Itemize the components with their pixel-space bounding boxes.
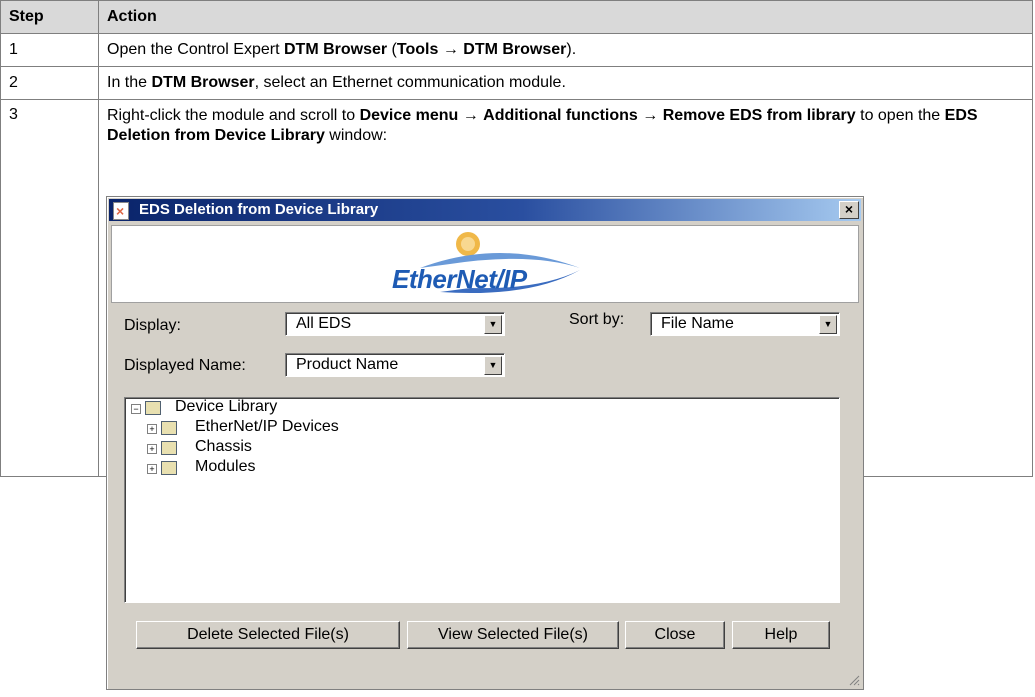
device-tree[interactable]: − Device Library + EtherNet/IP Devices +… <box>124 397 840 603</box>
ui-term: Remove EDS from library <box>662 107 856 124</box>
table-row: 2 In the DTM Browser, select an Ethernet… <box>0 66 1033 100</box>
dialog-title: EDS Deletion from Device Library <box>139 201 379 218</box>
tree-item[interactable]: Chassis <box>195 438 252 456</box>
app-icon <box>113 200 129 222</box>
view-selected-button[interactable]: View Selected File(s) <box>407 621 619 649</box>
library-icon <box>161 461 177 475</box>
text: → <box>438 41 464 58</box>
delete-selected-button[interactable]: Delete Selected File(s) <box>136 621 400 649</box>
header-row: Step Action <box>0 0 1033 34</box>
step-header: Step <box>0 0 99 34</box>
ethernet-ip-logo: EtherNet/IP <box>380 228 590 300</box>
resize-grip-icon[interactable] <box>848 674 860 686</box>
ui-term: Additional functions <box>483 107 638 124</box>
displayed-name-label: Displayed Name: <box>124 357 246 374</box>
logo-text: EtherNet/IP <box>392 264 527 294</box>
text: window: <box>324 127 388 144</box>
expand-icon[interactable]: + <box>147 444 157 454</box>
step-number: 1 <box>0 33 99 67</box>
table-row: 1 Open the Control Expert DTM Browser (T… <box>0 33 1033 67</box>
close-button[interactable]: Close <box>625 621 725 649</box>
sort-select[interactable]: File Name ▼ <box>650 312 840 336</box>
step-number: 2 <box>0 66 99 100</box>
help-button[interactable]: Help <box>732 621 830 649</box>
logo-banner: EtherNet/IP <box>111 225 859 303</box>
ui-term: DTM Browser <box>463 41 567 58</box>
step-number: 3 <box>0 99 99 477</box>
tree-root[interactable]: Device Library <box>175 398 277 416</box>
library-icon <box>161 421 177 435</box>
folder-icon <box>145 401 161 415</box>
display-label: Display: <box>124 317 181 334</box>
close-window-button[interactable]: × <box>839 201 859 219</box>
expand-icon[interactable]: + <box>147 464 157 474</box>
dialog-titlebar[interactable]: EDS Deletion from Device Library × <box>109 199 861 222</box>
action-text: In the DTM Browser, select an Ethernet c… <box>98 66 1033 100</box>
text: to open the <box>855 107 945 124</box>
text: ( <box>387 41 397 58</box>
collapse-icon[interactable]: − <box>131 404 141 414</box>
text: → <box>458 107 484 124</box>
display-select[interactable]: All EDS ▼ <box>285 312 505 336</box>
text: → <box>637 107 663 124</box>
chevron-down-icon[interactable]: ▼ <box>484 315 502 334</box>
chevron-down-icon[interactable]: ▼ <box>819 315 837 334</box>
sort-value: File Name <box>661 315 734 332</box>
eds-deletion-dialog: EDS Deletion from Device Library × Ether… <box>106 196 864 690</box>
displayed-name-value: Product Name <box>296 356 399 373</box>
text: Right-click the module and scroll to <box>107 107 360 124</box>
ui-term: Tools <box>396 41 439 58</box>
displayed-name-select[interactable]: Product Name ▼ <box>285 353 505 377</box>
expand-icon[interactable]: + <box>147 424 157 434</box>
ui-term: DTM Browser <box>283 41 388 58</box>
ui-term: DTM Browser <box>151 74 255 91</box>
text: In the <box>107 74 152 91</box>
action-header: Action <box>98 0 1033 34</box>
text: , select an Ethernet communication modul… <box>254 74 566 91</box>
text: Open the Control Expert <box>107 41 284 58</box>
sort-label: Sort by: <box>569 311 625 328</box>
chevron-down-icon[interactable]: ▼ <box>484 356 502 375</box>
action-text: Open the Control Expert DTM Browser (Too… <box>98 33 1033 67</box>
ui-term: Device menu <box>359 107 459 124</box>
text: ). <box>566 41 577 58</box>
display-value: All EDS <box>296 315 352 332</box>
tree-item[interactable]: Modules <box>195 458 255 476</box>
library-icon <box>161 441 177 455</box>
tree-item[interactable]: EtherNet/IP Devices <box>195 418 339 436</box>
